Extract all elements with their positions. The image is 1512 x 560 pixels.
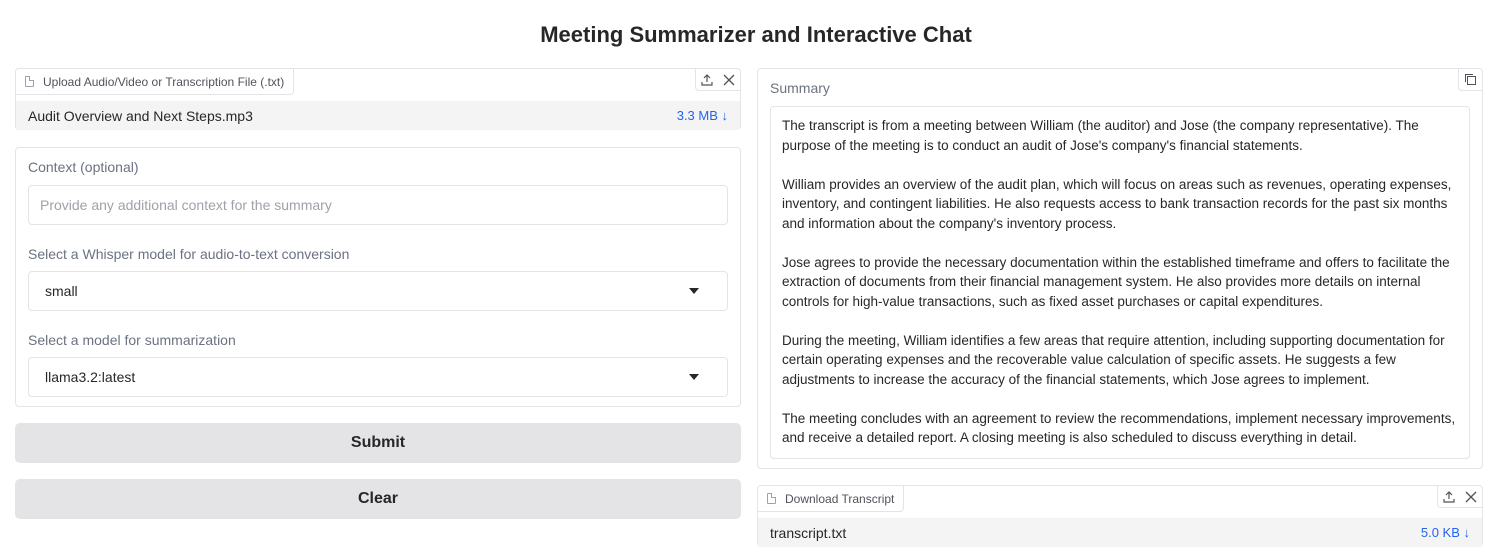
download-file-row: transcript.txt 5.0 KB ↓ (758, 518, 1482, 547)
upload-file-panel[interactable]: Upload Audio/Video or Transcription File… (15, 68, 741, 130)
upload-icon[interactable] (1438, 486, 1460, 508)
summarization-model-label: Select a model for summarization (28, 332, 236, 348)
summary-panel: Summary The transcript is from a meeting… (757, 68, 1483, 469)
settings-panel: Context (optional) Provide any additiona… (15, 147, 741, 407)
copy-icon[interactable] (1458, 69, 1482, 91)
submit-button[interactable]: Submit (15, 423, 741, 463)
uploaded-file-name: Audit Overview and Next Steps.mp3 (28, 107, 253, 124)
chevron-down-icon (689, 288, 699, 294)
close-icon[interactable] (1460, 486, 1482, 508)
close-icon[interactable] (718, 69, 740, 91)
upload-file-tab: Upload Audio/Video or Transcription File… (16, 69, 295, 95)
download-file-size-link[interactable]: 5.0 KB ↓ (1421, 525, 1470, 540)
upload-icon[interactable] (696, 69, 718, 91)
context-label: Context (optional) (28, 159, 139, 175)
clear-button[interactable]: Clear (15, 479, 741, 519)
download-file-name: transcript.txt (770, 524, 847, 541)
file-icon (25, 76, 34, 87)
summarization-model-value: llama3.2:latest (45, 369, 136, 385)
whisper-model-dropdown[interactable]: small (28, 271, 728, 311)
file-icon (767, 493, 776, 504)
summarization-model-dropdown[interactable]: llama3.2:latest (28, 357, 728, 397)
context-placeholder: Provide any additional context for the s… (40, 197, 332, 213)
whisper-model-label: Select a Whisper model for audio-to-text… (28, 246, 350, 262)
uploaded-file-row: Audit Overview and Next Steps.mp3 3.3 MB… (16, 101, 740, 130)
chevron-down-icon (689, 374, 699, 380)
summary-paragraph: Jose agrees to provide the necessary doc… (782, 254, 1450, 309)
download-file-tab-label: Download Transcript (785, 491, 895, 506)
summary-paragraph: The transcript is from a meeting between… (782, 118, 1419, 153)
page-title: Meeting Summarizer and Interactive Chat (540, 22, 972, 47)
uploaded-file-size-link[interactable]: 3.3 MB ↓ (677, 108, 728, 123)
summary-paragraph: The meeting concludes with an agreement … (782, 410, 1456, 446)
summary-paragraph: William provides an overview of the audi… (782, 176, 1452, 231)
context-input[interactable]: Provide any additional context for the s… (28, 185, 728, 225)
summary-paragraph: During the meeting, William identifies a… (782, 332, 1445, 387)
summary-textbox[interactable]: The transcript is from a meeting between… (770, 106, 1470, 459)
file-actions (695, 69, 740, 91)
download-transcript-panel[interactable]: Download Transcript transcript.txt 5.0 K… (757, 485, 1483, 547)
summary-label: Summary (770, 80, 830, 96)
file-actions (1437, 486, 1482, 508)
upload-file-tab-label: Upload Audio/Video or Transcription File… (43, 74, 285, 89)
whisper-model-value: small (45, 283, 78, 299)
download-file-tab: Download Transcript (758, 486, 905, 512)
